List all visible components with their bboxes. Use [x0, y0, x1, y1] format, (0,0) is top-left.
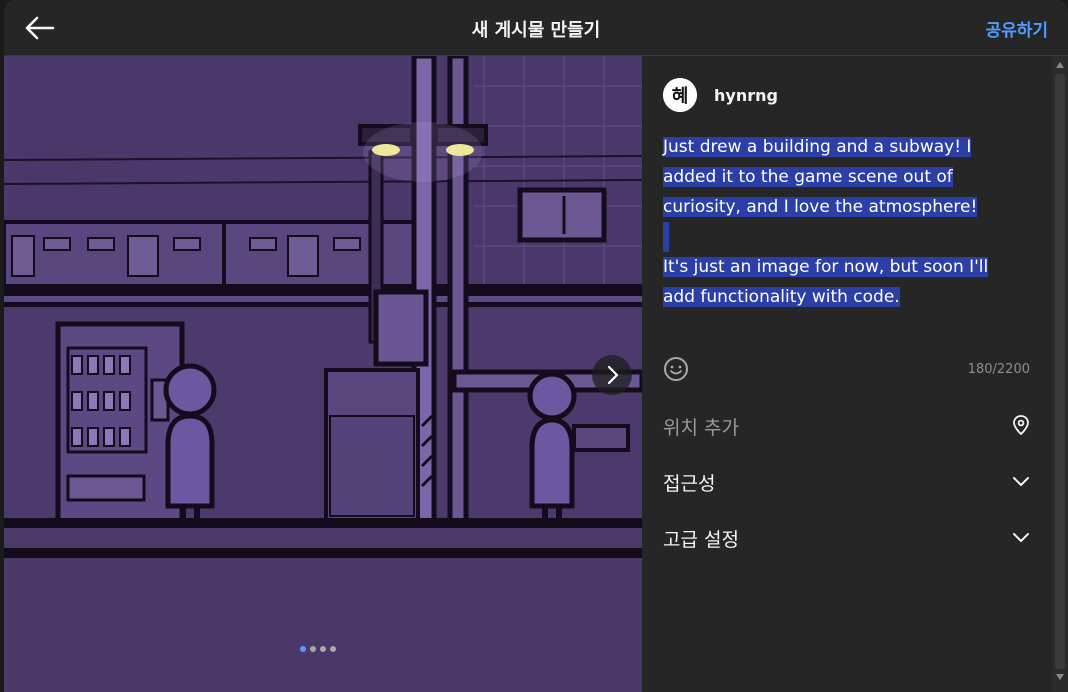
svg-text:혜: 혜	[672, 86, 689, 107]
emoji-button[interactable]	[663, 356, 689, 382]
scroll-down-arrow[interactable]	[1056, 674, 1064, 680]
caption-line: Just drew a building and a subway! I	[663, 137, 972, 157]
caption-line: curiosity, and I love the atmosphere!	[663, 197, 978, 217]
username[interactable]: hynrng	[714, 86, 778, 105]
accessibility-label: 접근성	[663, 473, 716, 495]
modal-header: 새 게시물 만들기 공유하기	[4, 0, 1068, 56]
caption-line: It's just an image for now, but soon I'l…	[663, 257, 989, 277]
carousel-dot[interactable]	[300, 646, 306, 652]
advanced-settings-label: 고급 설정	[663, 529, 739, 551]
create-post-modal: 새 게시물 만들기 공유하기 혜 hynrng Just drew a buil…	[4, 0, 1068, 692]
carousel-dot[interactable]	[310, 646, 316, 652]
caption-textarea[interactable]: Just drew a building and a subway! I add…	[663, 132, 1043, 312]
chevron-down-icon	[1013, 477, 1029, 486]
avatar-logo: 혜	[663, 78, 697, 112]
scrollbar[interactable]	[1052, 56, 1068, 692]
caption-line: added it to the game scene out of	[663, 167, 953, 187]
share-button[interactable]: 공유하기	[985, 16, 1048, 41]
carousel-indicator	[300, 646, 336, 652]
scroll-thumb[interactable]	[1055, 74, 1065, 669]
avatar[interactable]: 혜	[663, 78, 697, 112]
carousel-dot[interactable]	[330, 646, 336, 652]
next-slide-button[interactable]	[592, 355, 632, 395]
scroll-up-arrow[interactable]	[1056, 62, 1064, 68]
media-preview	[4, 56, 642, 692]
accessibility-row[interactable]: 접근성	[642, 456, 1052, 504]
artwork-image	[4, 56, 642, 692]
post-details-panel: 혜 hynrng Just drew a building and a subw…	[642, 56, 1052, 692]
carousel-dot[interactable]	[320, 646, 326, 652]
chevron-down-icon	[1013, 533, 1029, 542]
character-counter: 180/2200	[967, 362, 1030, 377]
caption-line: add functionality with code.	[663, 287, 900, 307]
caption-blank-line	[663, 222, 669, 252]
smiley-icon	[664, 357, 688, 381]
page-title: 새 게시물 만들기	[471, 20, 601, 41]
location-input-placeholder: 위치 추가	[663, 417, 739, 439]
advanced-settings-row[interactable]: 고급 설정	[642, 512, 1052, 560]
add-location-row[interactable]: 위치 추가	[642, 400, 1052, 448]
chevron-right-icon	[607, 365, 619, 385]
map-pin-icon	[1013, 415, 1029, 436]
